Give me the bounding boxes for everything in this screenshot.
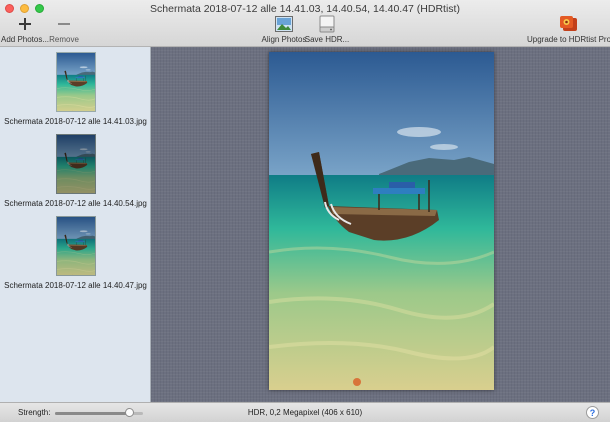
disk-icon [319, 14, 335, 34]
align-photos-label: Align Photos [261, 35, 307, 44]
save-hdr-label: Save HDR... [304, 35, 350, 44]
add-photos-button[interactable]: Add Photos... [0, 14, 50, 44]
remove-button[interactable]: Remove [49, 14, 79, 44]
upgrade-button[interactable]: Upgrade to HDRtist Pro [526, 14, 610, 44]
help-button[interactable]: ? [586, 406, 599, 419]
photo-thumbnail [55, 216, 96, 276]
status-bar: Strength: HDR, 0,2 Megapixel (406 x 610)… [0, 402, 610, 422]
photo-list-item[interactable]: Schermata 2018-07-12 alle 14.40.54.jpg [0, 134, 151, 208]
window-title: Schermata 2018-07-12 alle 14.41.03, 14.4… [150, 3, 460, 15]
remove-label: Remove [49, 35, 79, 44]
plus-icon [18, 14, 32, 34]
minus-icon [57, 14, 71, 34]
photo-filename: Schermata 2018-07-12 alle 14.40.47.jpg [4, 281, 147, 290]
photo-list-sidebar: Schermata 2018-07-12 alle 14.41.03.jpg S… [0, 47, 151, 402]
hdr-preview-image [269, 52, 494, 390]
photo-thumbnail [55, 52, 96, 112]
add-photos-label: Add Photos... [0, 35, 50, 44]
image-info: HDR, 0,2 Megapixel (406 x 610) [247, 408, 363, 417]
align-photos-button[interactable]: Align Photos [261, 14, 307, 44]
photo-filename: Schermata 2018-07-12 alle 14.40.54.jpg [4, 199, 147, 208]
hdrtist-pro-icon [559, 14, 579, 34]
photo-icon [275, 14, 293, 34]
save-hdr-button[interactable]: Save HDR... [304, 14, 350, 44]
photo-thumbnail [55, 134, 96, 194]
window-toolbar: Schermata 2018-07-12 alle 14.41.03, 14.4… [0, 0, 610, 47]
upgrade-label: Upgrade to HDRtist Pro [526, 35, 610, 44]
photo-list-item[interactable]: Schermata 2018-07-12 alle 14.40.47.jpg [0, 216, 151, 290]
preview-canvas [151, 47, 610, 402]
photo-filename: Schermata 2018-07-12 alle 14.41.03.jpg [4, 117, 147, 126]
photo-list-item[interactable]: Schermata 2018-07-12 alle 14.41.03.jpg [0, 52, 151, 126]
